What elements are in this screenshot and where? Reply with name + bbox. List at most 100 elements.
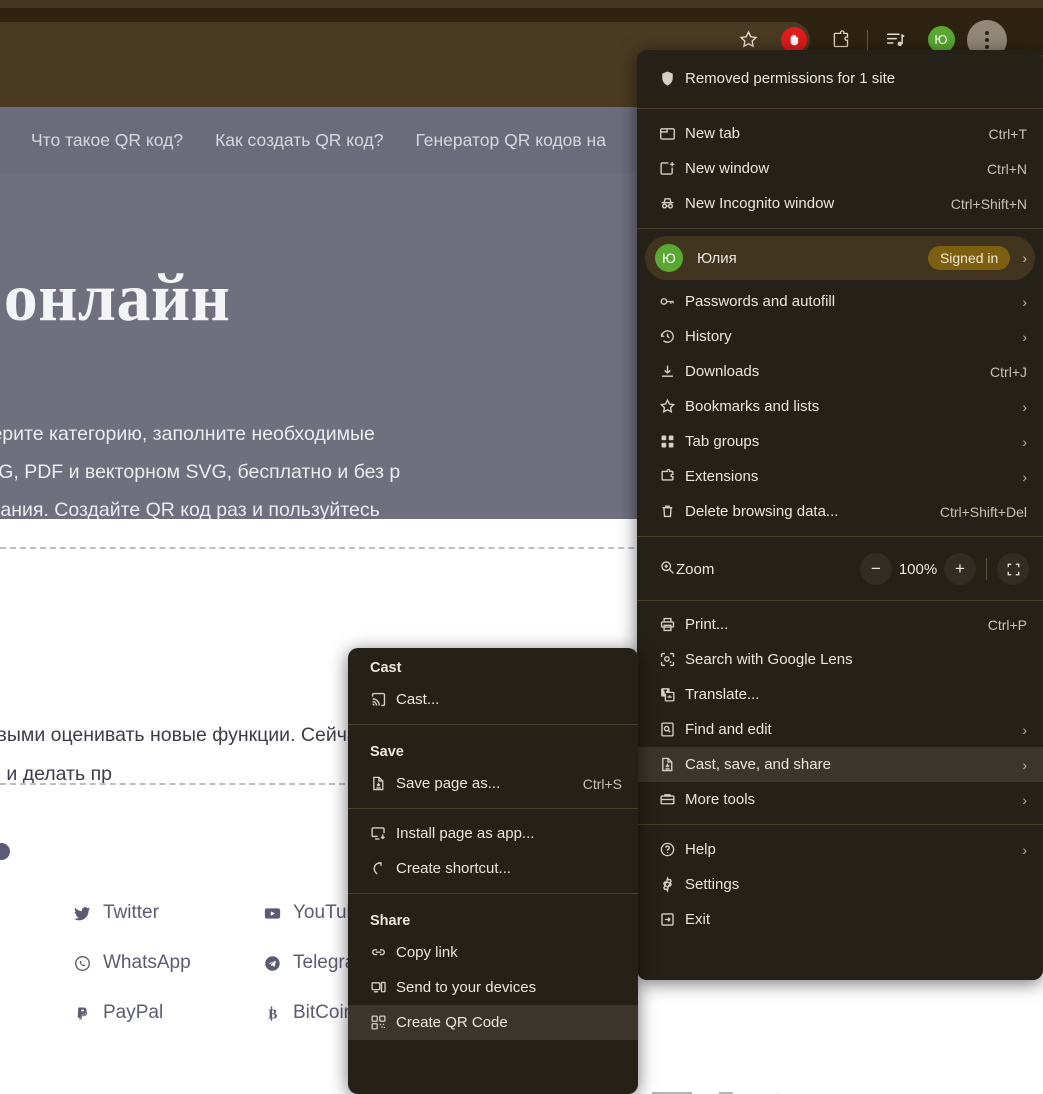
zoom-in-button[interactable]: +	[944, 553, 976, 585]
nav-link-qr-generator[interactable]: Генератор QR кодов на	[415, 130, 605, 151]
bullet-dot	[0, 843, 10, 860]
menu-item-downloads[interactable]: Downloads Ctrl+J	[637, 354, 1043, 389]
social-link-paypal[interactable]: PayPal	[70, 1002, 260, 1024]
menu-item-search-with-google-lens[interactable]: Search with Google Lens	[637, 642, 1043, 677]
menu-label: Copy link	[396, 944, 458, 961]
chevron-right-icon: ›	[1022, 398, 1027, 415]
new-tab-icon	[659, 125, 685, 142]
menu-item-exit[interactable]: Exit	[637, 902, 1043, 937]
new-window-icon	[659, 160, 685, 177]
menu-label: Help	[685, 841, 716, 858]
social-link-vk[interactable]: С	[0, 952, 70, 974]
submenu-item-create-qr-code[interactable]: Create QR Code	[348, 1005, 638, 1040]
menu-label: Exit	[685, 911, 711, 928]
menu-label: New window	[685, 160, 770, 177]
social-link-twitter[interactable]: Twitter	[70, 902, 260, 924]
menu-item-tab-groups[interactable]: Tab groups ›	[637, 424, 1043, 459]
social-label: BitCoin	[293, 1002, 355, 1023]
tab-groups-icon	[659, 433, 685, 450]
submenu-separator	[348, 893, 638, 894]
menu-label: Install page as app...	[396, 825, 535, 842]
chrome-main-menu: Removed permissions for 1 site New tab C…	[637, 50, 1043, 980]
social-label: WhatsApp	[103, 952, 191, 973]
chevron-right-icon: ›	[1022, 250, 1027, 266]
menu-item-bookmarks-and-lists[interactable]: Bookmarks and lists ›	[637, 389, 1043, 424]
menu-label: Delete browsing data...	[685, 503, 839, 520]
menu-label: Print...	[685, 616, 729, 633]
menu-item-history[interactable]: History ›	[637, 319, 1043, 354]
menu-label: New tab	[685, 125, 741, 142]
social-link-enterprise[interactable]: нятие	[0, 1002, 70, 1024]
nav-link-what-is-qr[interactable]: Что такое QR код?	[31, 130, 183, 151]
menu-label: Cast, save, and share	[685, 756, 831, 773]
menu-item-help[interactable]: Help ›	[637, 832, 1043, 867]
qr-code-icon	[370, 1014, 396, 1031]
incognito-icon	[659, 195, 685, 212]
menu-item-new-window[interactable]: New window Ctrl+N	[637, 151, 1043, 186]
profile-name: Юлия	[697, 249, 737, 267]
install-app-icon	[370, 825, 396, 842]
social-label: Twitter	[103, 902, 159, 923]
menu-item-profile[interactable]: Ю Юлия Signed in ›	[645, 236, 1035, 280]
key-icon	[659, 293, 685, 310]
menu-shortcut: Ctrl+N	[986, 160, 1027, 177]
menu-label: Save page as...	[396, 775, 501, 792]
twitter-icon	[70, 905, 94, 922]
zoom-out-button[interactable]: −	[860, 553, 892, 585]
menu-label: Settings	[685, 876, 740, 893]
chevron-right-icon: ›	[1022, 791, 1027, 808]
menu-label: Cast...	[396, 691, 440, 708]
browser-toolbar: Ю	[0, 8, 1043, 60]
submenu-item-copy-link[interactable]: Copy link	[348, 935, 638, 970]
menu-item-settings[interactable]: Settings	[637, 867, 1043, 902]
toolbox-icon	[659, 791, 685, 808]
google-lens-icon	[659, 651, 685, 668]
submenu-item-save-page-as[interactable]: Save page as... Ctrl+S	[348, 766, 638, 801]
menu-item-more-tools[interactable]: More tools ›	[637, 782, 1043, 817]
menu-shortcut: Ctrl+J	[990, 363, 1027, 380]
extensions-icon	[659, 468, 685, 485]
menu-shortcut: Ctrl+T	[988, 125, 1028, 142]
social-link-whatsapp[interactable]: WhatsApp	[70, 952, 260, 974]
nav-link-how-to-create-qr[interactable]: Как создать QR код?	[215, 130, 383, 151]
menu-shortcut: Ctrl+S	[582, 775, 622, 792]
menu-item-cast-save-and-share[interactable]: Cast, save, and share ›	[637, 747, 1043, 782]
menu-item-new-tab[interactable]: New tab Ctrl+T	[637, 116, 1043, 151]
menu-item-removed-permissions[interactable]: Removed permissions for 1 site	[637, 56, 1043, 101]
menu-label: Removed permissions for 1 site	[685, 70, 896, 87]
cast-save-share-submenu: Cast Cast... Save Save page as... Ctrl+S…	[348, 648, 638, 1094]
submenu-separator	[348, 724, 638, 725]
zoom-divider	[986, 558, 987, 580]
submenu-item-create-shortcut[interactable]: Create shortcut...	[348, 851, 638, 886]
shortcut-icon	[370, 860, 396, 877]
translate-icon	[659, 686, 685, 703]
fullscreen-icon[interactable]	[997, 553, 1029, 585]
menu-label: Downloads	[685, 363, 760, 380]
page-title: код онлайн	[0, 259, 231, 335]
link-icon	[370, 944, 396, 961]
devices-icon	[370, 979, 396, 996]
submenu-item-send-to-your-devices[interactable]: Send to your devices	[348, 970, 638, 1005]
menu-label: Find and edit	[685, 721, 772, 738]
social-link-instagram[interactable]: gram	[0, 902, 70, 924]
submenu-item-install-page-as-app[interactable]: Install page as app...	[348, 816, 638, 851]
star-icon	[659, 398, 685, 415]
submenu-header-share: Share	[370, 913, 411, 929]
save-share-icon	[659, 756, 685, 773]
menu-item-translate[interactable]: Translate...	[637, 677, 1043, 712]
menu-label: History	[685, 328, 732, 345]
shield-icon	[659, 70, 685, 87]
menu-item-passwords-and-autofill[interactable]: Passwords and autofill ›	[637, 284, 1043, 319]
cast-icon	[370, 691, 396, 708]
menu-item-delete-browsing-data[interactable]: Delete browsing data... Ctrl+Shift+Del	[637, 494, 1043, 529]
menu-item-find-and-edit[interactable]: Find and edit ›	[637, 712, 1043, 747]
menu-item-extensions[interactable]: Extensions ›	[637, 459, 1043, 494]
toolbar-divider	[867, 29, 868, 50]
submenu-item-cast[interactable]: Cast...	[348, 682, 638, 717]
menu-label: Create shortcut...	[396, 860, 512, 877]
menu-item-print[interactable]: Print... Ctrl+P	[637, 607, 1043, 642]
menu-separator	[637, 600, 1043, 601]
menu-item-new-incognito-window[interactable]: New Incognito window Ctrl+Shift+N	[637, 186, 1043, 221]
whatsapp-icon	[70, 955, 94, 972]
exit-icon	[659, 911, 685, 928]
